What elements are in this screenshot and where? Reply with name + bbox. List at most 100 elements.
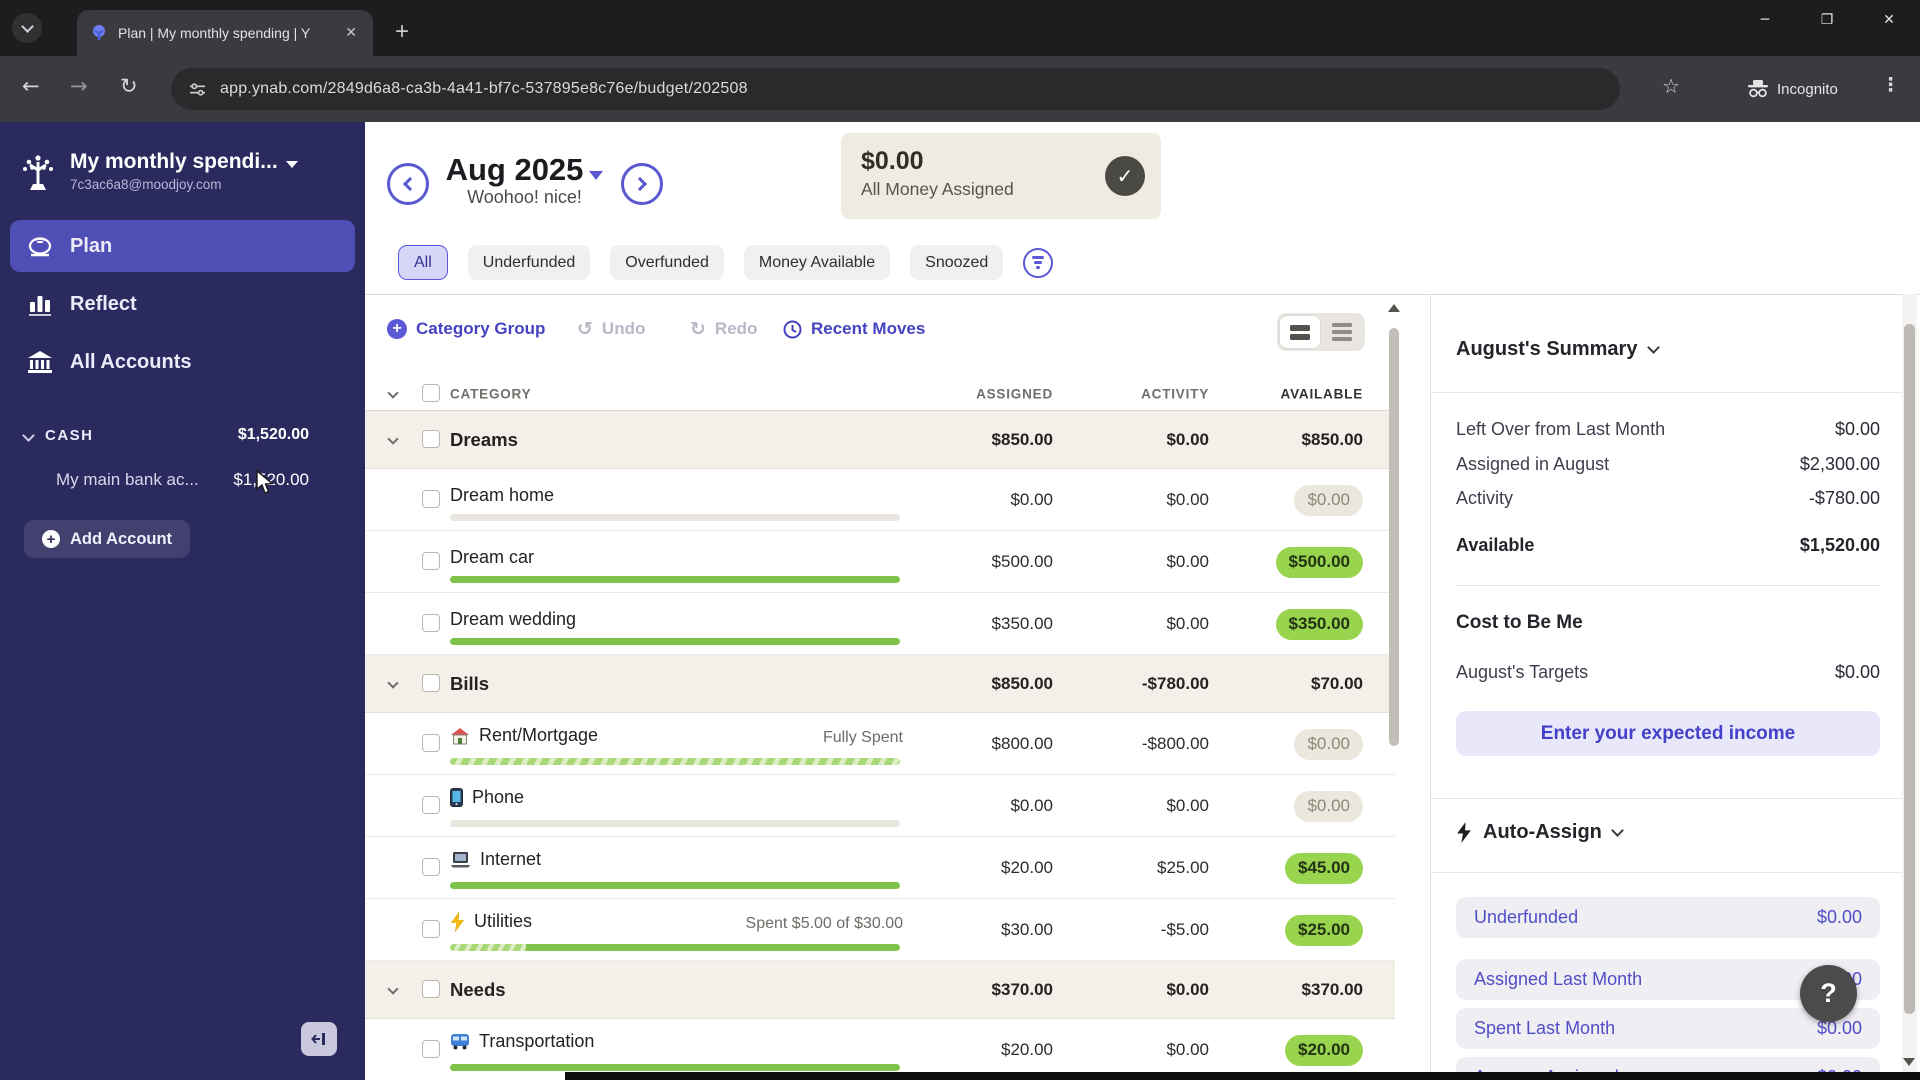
table-row-group-bills[interactable]: Bills $850.00 -$780.00 $70.00 [365,655,1395,713]
row-checkbox[interactable] [422,733,440,752]
table-row-group-needs[interactable]: Needs $370.00 $0.00 $370.00 [365,961,1395,1019]
row-checkbox[interactable] [422,489,440,508]
assigned-value[interactable]: $370.00 [992,980,1053,1000]
summary-section-header[interactable]: August's Summary [1456,338,1661,361]
enter-expected-income-button[interactable]: Enter your expected income [1456,711,1880,756]
auto-assign-header[interactable]: Auto-Assign [1456,821,1624,844]
table-row-dream-home[interactable]: Dream home $0.00 $0.00 $0.00 [365,469,1395,531]
row-checkbox[interactable] [422,673,440,692]
auto-assign-underfunded[interactable]: Underfunded $0.00 [1456,897,1880,938]
tab-search-button[interactable] [12,13,42,43]
assigned-value[interactable]: $850.00 [992,674,1053,694]
scroll-down-icon[interactable] [1903,1058,1915,1066]
browser-tab[interactable]: Plan | My monthly spending | Y ✕ [77,10,373,56]
inspector-scrollbar[interactable] [1902,294,1917,1080]
assigned-value[interactable]: $0.00 [1010,490,1053,510]
add-account-button[interactable]: + Add Account [24,520,191,558]
help-button[interactable]: ? [1800,965,1857,1022]
undo-button[interactable]: ↺ Undo [577,304,645,354]
forward-icon[interactable]: → [70,74,88,98]
available-pill[interactable]: $0.00 [1294,728,1363,760]
available-pill[interactable]: $0.00 [1294,484,1363,516]
header-activity[interactable]: ACTIVITY [1141,386,1209,401]
chevron-down-icon[interactable] [387,983,399,995]
filter-snoozed[interactable]: Snoozed [910,245,1004,280]
bookmark-star-icon[interactable]: ☆ [1662,74,1680,98]
collapse-sidebar-button[interactable] [301,1022,337,1056]
sidebar-item-reflect[interactable]: Reflect [10,278,355,330]
chevron-down-icon[interactable] [387,433,399,445]
maximize-button[interactable]: ❐ [1796,0,1858,40]
assigned-value[interactable]: $850.00 [992,430,1053,450]
month-selector[interactable]: Aug 2025 [427,152,622,188]
sidebar-item-plan[interactable]: Plan [10,220,355,272]
filter-all[interactable]: All [398,245,448,280]
assigned-value[interactable]: $800.00 [992,734,1053,754]
filter-money-available[interactable]: Money Available [743,245,891,280]
table-row-phone[interactable]: Phone $0.00 $0.00 $0.00 [365,775,1395,837]
sidebar-item-all-accounts[interactable]: All Accounts [10,336,355,388]
close-button[interactable]: ✕ [1858,0,1920,40]
account-row[interactable]: My main bank ac... $1,520.00 [0,470,365,490]
assigned-value[interactable]: $30.00 [1001,920,1053,940]
browser-menu-icon[interactable]: ⋮ [1881,74,1900,96]
available-pill[interactable]: $45.00 [1285,852,1363,884]
select-all-checkbox[interactable] [422,384,440,402]
scroll-up-icon[interactable] [1388,304,1400,312]
row-checkbox[interactable] [422,979,440,998]
category-name[interactable]: Dream car [450,547,534,568]
assigned-value[interactable]: $500.00 [992,552,1053,572]
table-row-internet[interactable]: Internet $20.00 $25.00 $45.00 [365,837,1395,899]
minimize-button[interactable]: ─ [1734,0,1796,40]
account-group-cash[interactable]: CASH $1,520.00 [0,426,365,444]
row-checkbox[interactable] [422,919,440,938]
filter-options-icon[interactable] [1023,247,1054,278]
scrollbar-thumb[interactable] [1389,328,1399,746]
row-checkbox[interactable] [422,795,440,814]
redo-button[interactable]: ↻ Redo [690,304,757,354]
assigned-value[interactable]: $350.00 [992,614,1053,634]
reload-icon[interactable]: ↻ [120,74,138,98]
budget-switcher[interactable]: My monthly spendi... 7c3ac6a8@moodjoy.co… [0,122,365,194]
category-name[interactable]: Utilities [450,911,532,932]
tab-close-icon[interactable]: ✕ [341,23,361,43]
url-bar[interactable]: app.ynab.com/2849d6a8-ca3b-4a41-bf7c-537… [171,68,1620,110]
filter-underfunded[interactable]: Underfunded [467,245,591,280]
assigned-value[interactable]: $20.00 [1001,1040,1053,1060]
available-pill[interactable]: $20.00 [1285,1034,1363,1066]
category-name[interactable]: Rent/Mortgage [450,725,598,746]
table-row-rent-mortgage[interactable]: Rent/Mortgage Fully Spent $800.00 -$800.… [365,713,1395,775]
recent-moves-button[interactable]: Recent Moves [783,304,925,354]
collapse-all-icon[interactable] [387,387,399,399]
assigned-value[interactable]: $0.00 [1010,796,1053,816]
row-checkbox[interactable] [422,429,440,448]
category-name[interactable]: Transportation [450,1031,594,1052]
table-row-dream-car[interactable]: Dream car $500.00 $0.00 $500.00 [365,531,1395,593]
available-pill[interactable]: $500.00 [1275,546,1363,578]
row-checkbox[interactable] [422,1039,440,1058]
filter-overfunded[interactable]: Overfunded [610,245,724,280]
list-view-button[interactable] [1322,316,1362,348]
scrollbar-thumb[interactable] [1904,324,1915,1014]
next-month-button[interactable] [621,163,663,205]
header-category[interactable]: CATEGORY [450,386,531,401]
table-row-group-dreams[interactable]: Dreams $850.00 $0.00 $850.00 [365,411,1395,469]
assigned-value[interactable]: $20.00 [1001,858,1053,878]
back-icon[interactable]: ← [22,74,40,98]
table-row-utilities[interactable]: Utilities Spent $5.00 of $30.00 $30.00 -… [365,899,1395,961]
table-scrollbar[interactable] [1386,300,1402,1080]
header-available[interactable]: AVAILABLE [1281,386,1363,401]
category-name[interactable]: Internet [450,849,541,870]
header-assigned[interactable]: ASSIGNED [976,386,1053,401]
condensed-view-button[interactable] [1280,316,1320,348]
available-pill[interactable]: $350.00 [1275,608,1363,640]
category-name[interactable]: Dream home [450,485,554,506]
row-checkbox[interactable] [422,857,440,876]
available-pill[interactable]: $25.00 [1285,914,1363,946]
row-checkbox[interactable] [422,551,440,570]
available-pill[interactable]: $0.00 [1294,790,1363,822]
previous-month-button[interactable] [387,163,429,205]
add-category-group-button[interactable]: + Category Group [387,304,545,354]
table-row-transportation[interactable]: Transportation $20.00 $0.00 $20.00 [365,1019,1395,1080]
row-checkbox[interactable] [422,613,440,632]
